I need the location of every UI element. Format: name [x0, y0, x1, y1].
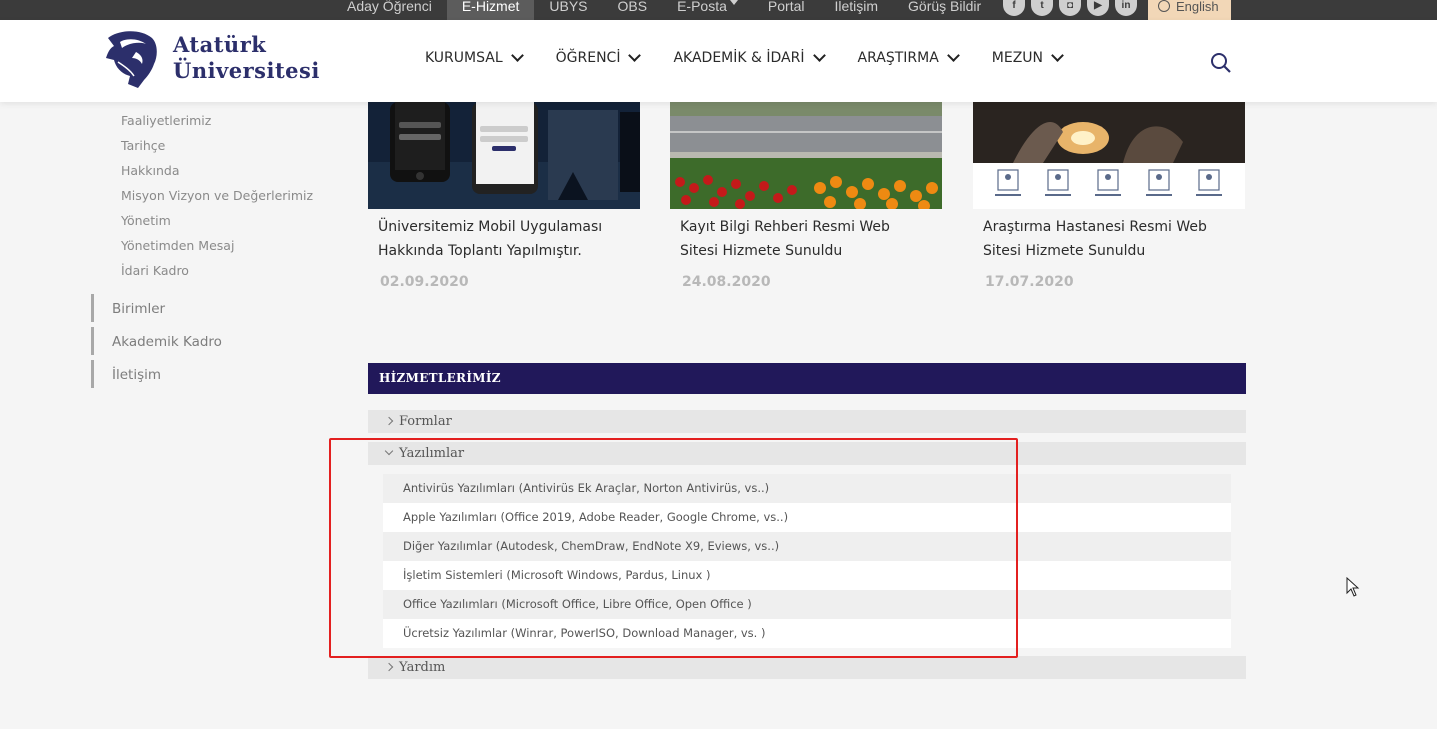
news-card[interactable]: Üniversitemiz Mobil Uygulaması Hakkında …: [368, 102, 640, 290]
toplink-iletisim[interactable]: İletişim: [819, 0, 893, 20]
mouse-cursor-icon: [1346, 577, 1360, 597]
nav-akademik-idari-label: AKADEMİK & İDARİ: [673, 50, 805, 66]
sidebar-item-akademik-kadro[interactable]: Akademik Kadro: [91, 327, 222, 355]
accordion-yardim[interactable]: Yardım: [368, 656, 1246, 679]
nav-ogrenci-label: ÖĞRENCİ: [555, 50, 621, 66]
linkedin-icon[interactable]: in: [1115, 0, 1137, 16]
instagram-icon[interactable]: ◘: [1059, 0, 1081, 16]
chevron-down-icon: [628, 49, 642, 62]
toplink-gorus-bildir[interactable]: Görüş Bildir: [893, 0, 996, 20]
submenu-item-idari-kadro[interactable]: İdari Kadro: [121, 262, 313, 287]
nav-ogrenci[interactable]: ÖĞRENCİ: [555, 49, 642, 66]
highlight-box: [329, 438, 1018, 658]
sidebar-menu: Birimler Akademik Kadro İletişim: [91, 294, 222, 393]
news-date: 02.09.2020: [380, 274, 469, 290]
toplink-ubys[interactable]: UBYS: [534, 0, 602, 20]
chevron-down-icon: [812, 49, 826, 62]
news-date: 24.08.2020: [682, 274, 771, 290]
submenu-item-tarihce[interactable]: Tarihçe: [121, 137, 313, 162]
chevron-right-icon: [384, 416, 394, 426]
submenu-item-misyon-vizyon[interactable]: Misyon Vizyon ve Değerlerimiz: [121, 187, 313, 212]
twitter-icon[interactable]: t: [1031, 0, 1053, 16]
submenu-item-hakkinda[interactable]: Hakkında: [121, 162, 313, 187]
submenu-item-yonetimden-mesaj[interactable]: Yönetimden Mesaj: [121, 237, 313, 262]
news-date: 17.07.2020: [985, 274, 1074, 290]
nav-mezun-label: MEZUN: [991, 50, 1044, 66]
nav-arastirma-label: ARAŞTIRMA: [857, 50, 939, 66]
chevron-down-icon: [946, 49, 960, 62]
chevron-right-icon: [384, 662, 394, 672]
nav-akademik-idari[interactable]: AKADEMİK & İDARİ: [673, 49, 826, 66]
logo-line-2: Üniversitesi: [173, 58, 320, 83]
main-nav: KURUMSAL ÖĞRENCİ AKADEMİK & İDARİ ARAŞTI…: [425, 49, 1096, 66]
news-title[interactable]: Araştırma Hastanesi Resmi Web Sitesi Hiz…: [973, 209, 1245, 263]
search-icon[interactable]: [1210, 52, 1232, 74]
nav-arastirma[interactable]: ARAŞTIRMA: [857, 49, 960, 66]
news-image-hospital[interactable]: [973, 102, 1245, 209]
nav-mezun[interactable]: MEZUN: [991, 49, 1064, 66]
nav-kurumsal[interactable]: KURUMSAL: [425, 49, 524, 66]
news-card[interactable]: Araştırma Hastanesi Resmi Web Sitesi Hiz…: [973, 102, 1245, 290]
university-name[interactable]: Atatürk Üniversitesi: [173, 32, 320, 84]
toplink-e-posta-label: E-Posta: [677, 0, 727, 14]
news-card[interactable]: Kayıt Bilgi Rehberi Resmi Web Sitesi Hiz…: [670, 102, 942, 290]
nav-kurumsal-label: KURUMSAL: [425, 50, 503, 66]
toplink-e-hizmet[interactable]: E-Hizmet: [446, 0, 535, 20]
caret-down-icon: [729, 0, 738, 5]
toplink-portal[interactable]: Portal: [753, 0, 820, 20]
toplink-e-posta[interactable]: E-Posta: [662, 0, 753, 20]
news-title[interactable]: Kayıt Bilgi Rehberi Resmi Web Sitesi Hiz…: [670, 209, 942, 263]
accordion-formlar-label: Formlar: [399, 414, 452, 429]
social-links: f t ◘ ▶ in: [1003, 0, 1137, 20]
main-header: Atatürk Üniversitesi KURUMSAL ÖĞRENCİ AK…: [0, 20, 1437, 102]
sidebar-item-birimler[interactable]: Birimler: [91, 294, 222, 322]
youtube-icon[interactable]: ▶: [1087, 0, 1109, 16]
news-title[interactable]: Üniversitemiz Mobil Uygulaması Hakkında …: [368, 209, 640, 263]
facebook-icon[interactable]: f: [1003, 0, 1025, 16]
news-image-mobile-app[interactable]: [368, 102, 640, 209]
accordion-yardim-label: Yardım: [399, 660, 446, 675]
chevron-down-icon: [1051, 49, 1064, 62]
chevron-down-icon: [510, 49, 524, 62]
toplink-obs[interactable]: OBS: [603, 0, 663, 20]
globe-icon: [1158, 0, 1170, 12]
logo-line-1: Atatürk: [173, 32, 267, 57]
top-links: Aday Öğrenci E-Hizmet UBYS OBS E-Posta P…: [332, 0, 996, 20]
sidebar-submenu: Faaliyetlerimiz Tarihçe Hakkında Misyon …: [121, 112, 313, 287]
university-logo-icon[interactable]: [100, 28, 162, 90]
sidebar-item-iletisim[interactable]: İletişim: [91, 360, 222, 388]
language-label: English: [1176, 0, 1219, 14]
news-image-flowers[interactable]: [670, 102, 942, 209]
submenu-item-faaliyetlerimiz[interactable]: Faaliyetlerimiz: [121, 112, 313, 137]
services-heading: HİZMETLERİMİZ: [368, 363, 1246, 394]
submenu-item-yonetim[interactable]: Yönetim: [121, 212, 313, 237]
language-switch[interactable]: English: [1148, 0, 1231, 20]
accordion-formlar[interactable]: Formlar: [368, 410, 1246, 433]
toplink-aday-ogrenci[interactable]: Aday Öğrenci: [332, 0, 447, 20]
top-utility-bar: Aday Öğrenci E-Hizmet UBYS OBS E-Posta P…: [0, 0, 1437, 20]
